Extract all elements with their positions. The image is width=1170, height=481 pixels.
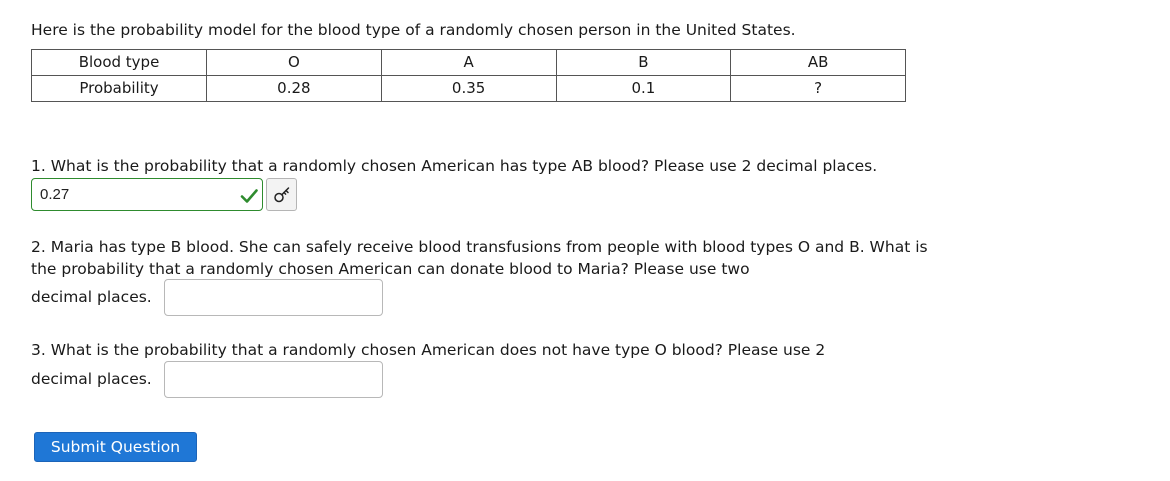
question-2-text-tail: decimal places. xyxy=(31,288,152,306)
probability-model-table: Blood type O A B AB Probability 0.28 0.3… xyxy=(31,49,906,102)
row-label-blood-type: Blood type xyxy=(31,49,207,76)
table-row: Probability 0.28 0.35 0.1 ? xyxy=(31,75,906,102)
cell-prob-o: 0.28 xyxy=(206,75,382,102)
question-2-text: 2. Maria has type B blood. She can safel… xyxy=(31,238,928,278)
question-2-answer-input[interactable] xyxy=(164,279,383,316)
question-1-answer-field[interactable]: 0.27 xyxy=(31,178,263,211)
table-row: Blood type O A B AB xyxy=(31,49,906,76)
cell-type-ab: AB xyxy=(730,49,906,76)
question-1-text: 1. What is the probability that a random… xyxy=(31,157,878,175)
check-icon xyxy=(239,186,259,206)
cell-type-a: A xyxy=(380,49,557,76)
cell-prob-b: 0.1 xyxy=(555,75,732,102)
problem-intro: Here is the probability model for the bl… xyxy=(31,21,796,39)
row-label-probability: Probability xyxy=(31,75,207,102)
key-icon xyxy=(274,187,290,203)
cell-type-b: B xyxy=(555,49,732,76)
submit-question-button[interactable]: Submit Question xyxy=(34,432,197,462)
view-key-button[interactable] xyxy=(266,178,297,211)
cell-prob-ab: ? xyxy=(730,75,906,102)
question-1-answer-value: 0.27 xyxy=(40,186,70,203)
cell-type-o: O xyxy=(206,49,382,76)
cell-prob-a: 0.35 xyxy=(380,75,557,102)
question-3-text: 3. What is the probability that a random… xyxy=(31,341,826,359)
question-3-text-tail: decimal places. xyxy=(31,370,152,388)
question-3-answer-input[interactable] xyxy=(164,361,383,398)
